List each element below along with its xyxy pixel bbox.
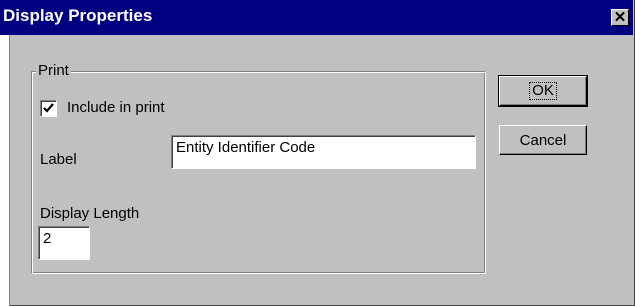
print-group-legend: Print: [36, 62, 71, 79]
close-icon: ✕: [613, 9, 627, 26]
close-button[interactable]: ✕: [611, 9, 629, 26]
cancel-button[interactable]: Cancel: [499, 125, 587, 155]
ok-button-label: OK: [529, 82, 557, 100]
include-in-print-checkbox[interactable]: [40, 100, 57, 117]
label-input[interactable]: Entity Identifier Code: [171, 135, 476, 169]
display-length-caption: Display Length: [40, 205, 140, 222]
ok-button[interactable]: OK: [498, 75, 588, 107]
checkmark-icon: [43, 103, 54, 113]
display-properties-dialog: Display Properties ✕ Print Include in pr…: [0, 0, 635, 306]
window-title: Display Properties: [3, 6, 153, 25]
label-caption: Label: [40, 151, 77, 168]
cancel-button-label: Cancel: [519, 131, 567, 149]
window-edge: [0, 35, 10, 306]
include-in-print-label[interactable]: Include in print: [67, 99, 165, 116]
display-length-input[interactable]: 2: [38, 226, 90, 260]
title-bar[interactable]: Display Properties ✕: [0, 0, 633, 35]
